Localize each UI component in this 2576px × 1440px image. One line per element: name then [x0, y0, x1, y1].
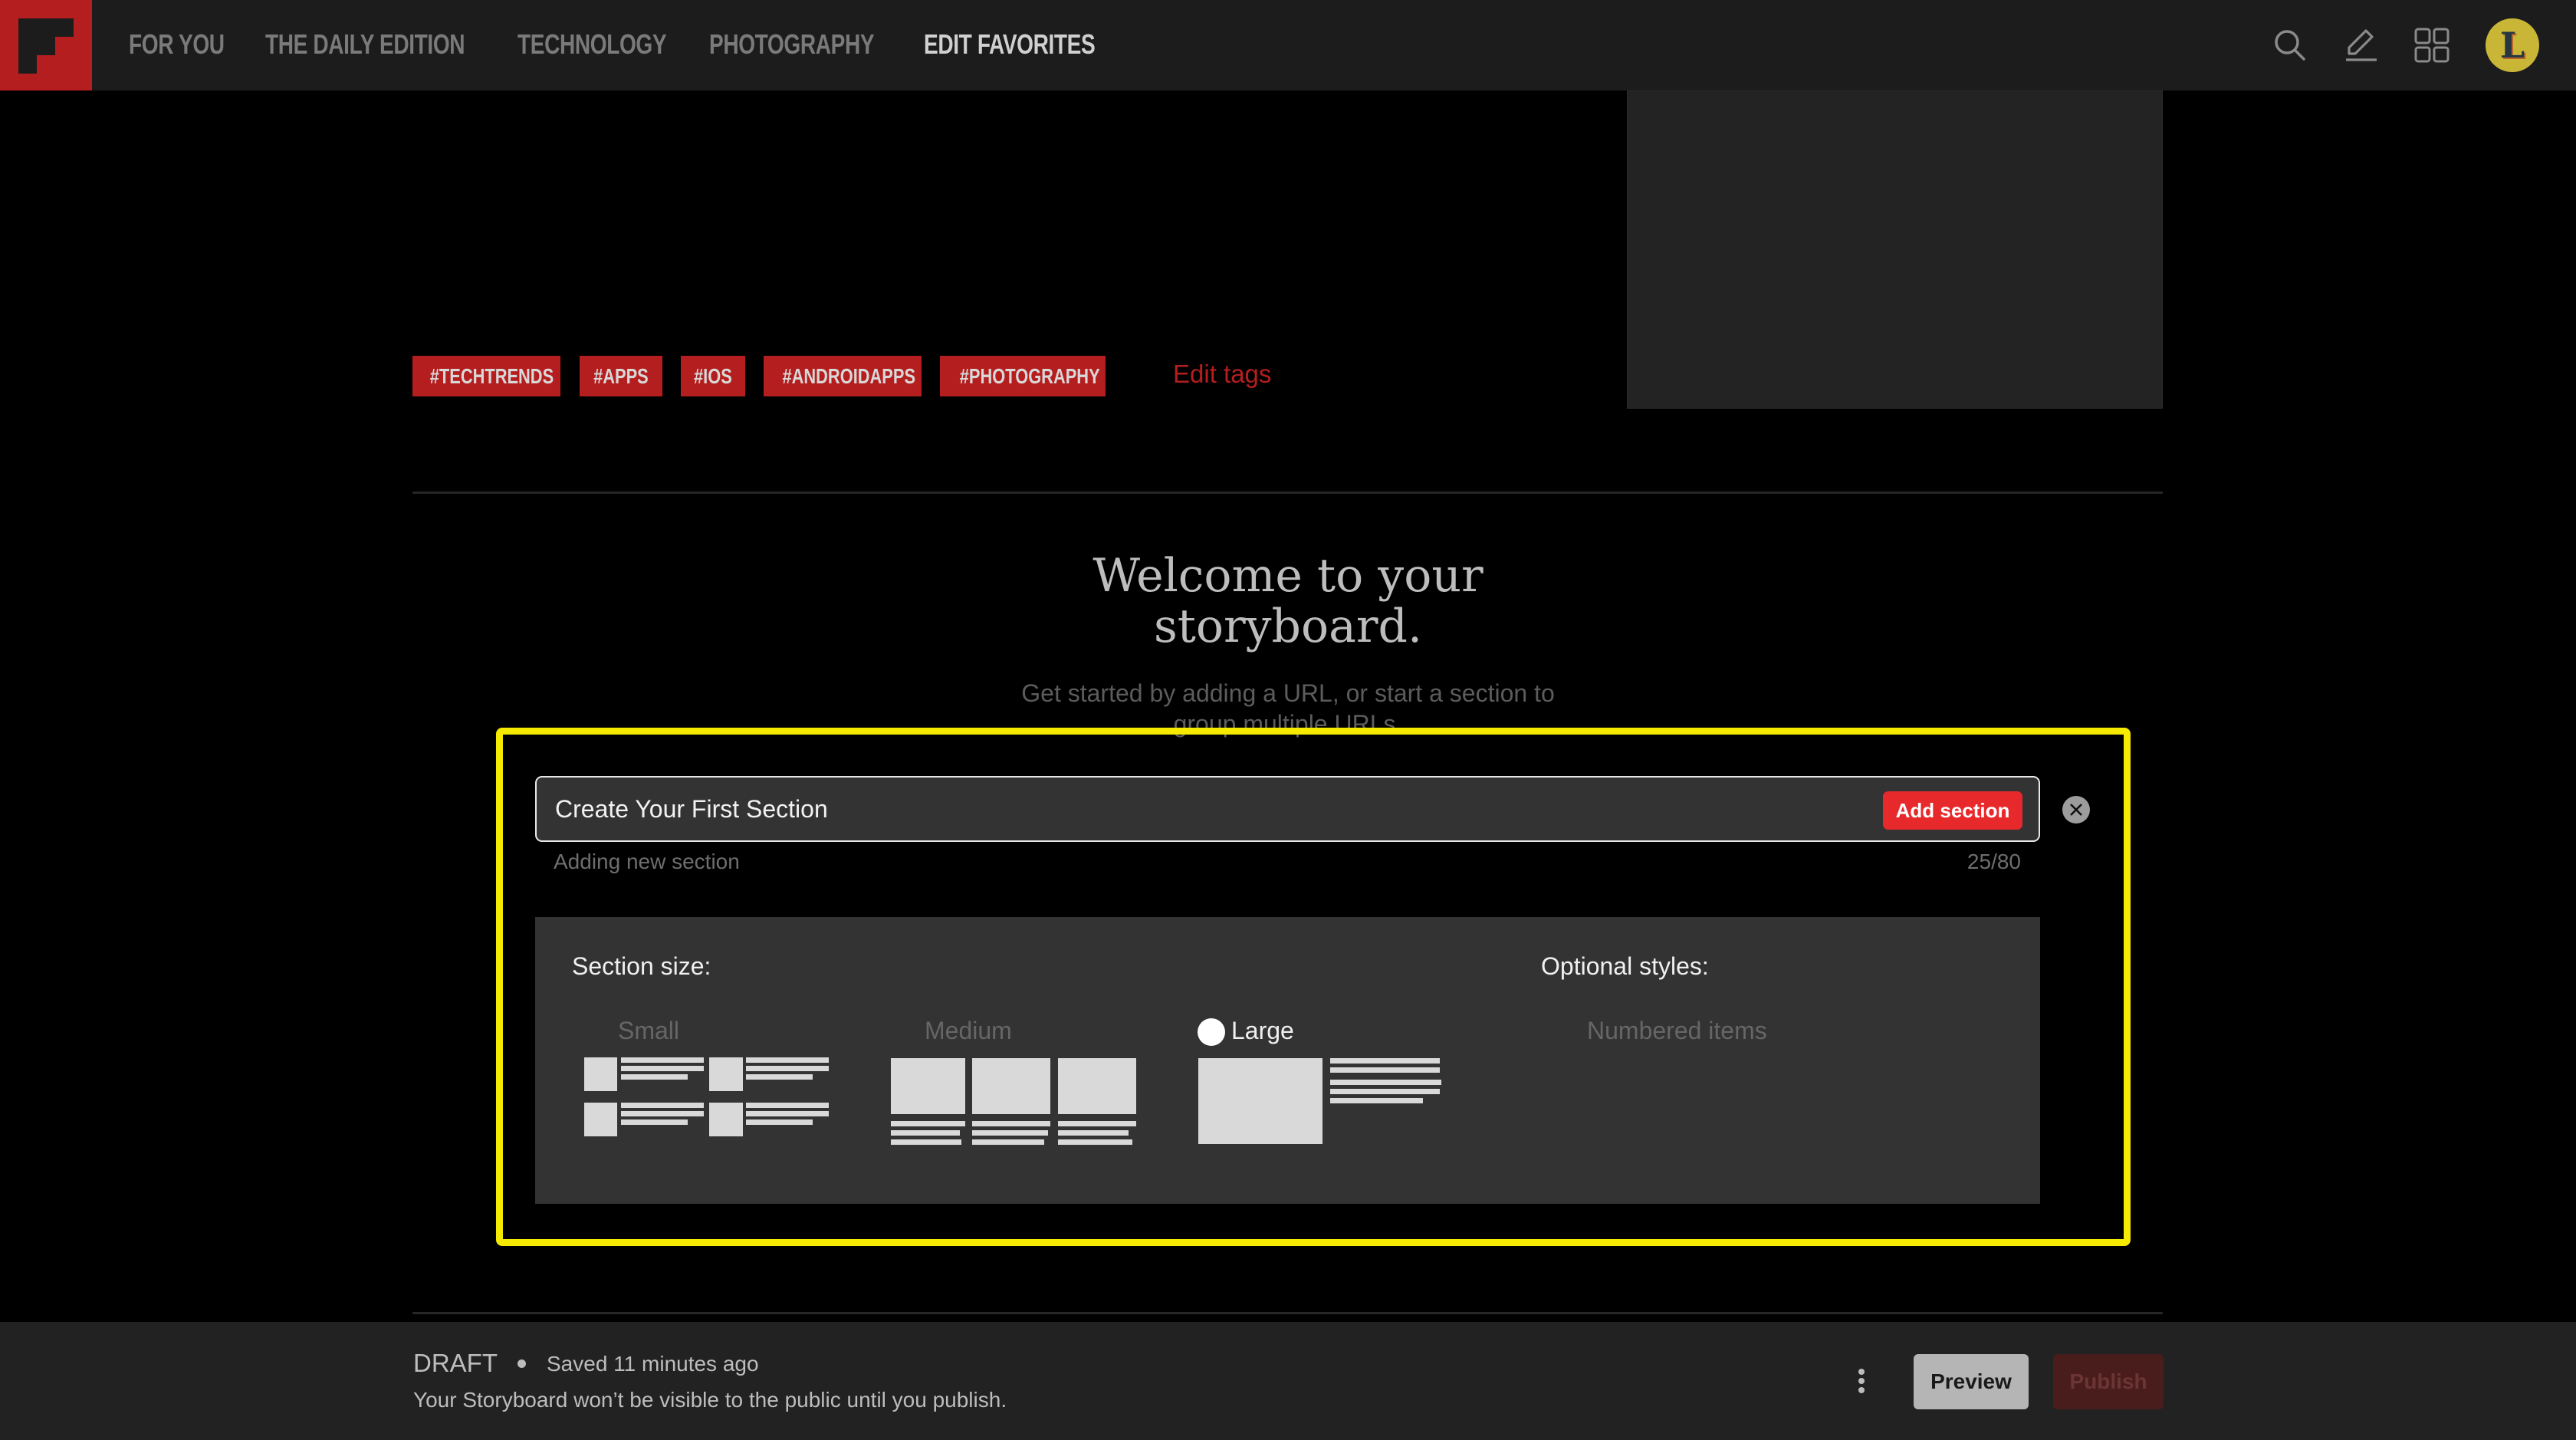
- thumb-block: [709, 1057, 743, 1091]
- size-option-medium[interactable]: Medium: [925, 1015, 1012, 1046]
- edit-tags-link[interactable]: Edit tags: [1173, 357, 1271, 391]
- saved-timestamp: Saved 11 minutes ago: [547, 1352, 759, 1376]
- thumb-line: [1058, 1121, 1136, 1126]
- thumb-line: [746, 1057, 829, 1063]
- character-counter: 25/80: [1967, 850, 2021, 873]
- tag-ios[interactable]: #IOS: [681, 356, 745, 396]
- input-hint: Adding new section: [554, 850, 740, 873]
- thumb-line: [1058, 1139, 1132, 1145]
- section-size-title: Section size:: [572, 952, 711, 980]
- thumb-line: [972, 1139, 1044, 1145]
- thumb-line: [746, 1111, 829, 1116]
- tag-label: #PHOTOGRAPHY: [959, 364, 1100, 388]
- optional-styles-title: Optional styles:: [1541, 952, 1709, 980]
- thumb-block: [584, 1103, 617, 1136]
- size-option-large[interactable]: Large: [1231, 1015, 1294, 1046]
- tag-photography[interactable]: #PHOTOGRAPHY: [940, 356, 1106, 396]
- search-icon[interactable]: [2271, 26, 2309, 64]
- radio-selected-icon[interactable]: [1198, 1018, 1225, 1046]
- thumb-line: [972, 1121, 1050, 1126]
- thumb-line: [1330, 1098, 1423, 1103]
- thumb-block: [1058, 1058, 1136, 1114]
- divider: [412, 1312, 2163, 1314]
- thumb-line: [1058, 1130, 1129, 1136]
- nav-item-technology[interactable]: TECHNOLOGY: [518, 28, 667, 61]
- preview-button[interactable]: Preview: [1914, 1354, 2029, 1409]
- thumb-block: [1198, 1058, 1322, 1144]
- logo-shape-middle: [18, 37, 55, 55]
- divider: [412, 492, 2163, 494]
- numbered-items-option[interactable]: Numbered items: [1587, 1015, 1767, 1046]
- thumb-line: [746, 1066, 829, 1071]
- avatar-initial: L: [2499, 25, 2525, 66]
- thumb-line: [621, 1066, 704, 1071]
- size-option-small[interactable]: Small: [618, 1015, 679, 1046]
- user-avatar[interactable]: L: [2486, 18, 2539, 72]
- thumb-line: [621, 1111, 704, 1116]
- tag-label: #IOS: [694, 364, 732, 388]
- thumb-line: [1330, 1067, 1440, 1073]
- thumb-line: [891, 1139, 961, 1145]
- draft-footer: [0, 1322, 2576, 1440]
- publish-notice: Your Storyboard won’t be visible to the …: [413, 1388, 1007, 1412]
- logo-shape-bottom: [18, 55, 37, 74]
- thumb-line: [891, 1121, 965, 1126]
- thumb-line: [891, 1130, 960, 1136]
- thumb-line: [621, 1057, 704, 1063]
- flipboard-logo[interactable]: [0, 0, 92, 90]
- tag-label: #APPS: [593, 364, 649, 388]
- thumb-line: [1330, 1089, 1440, 1094]
- welcome-heading: Welcome to your storyboard.: [905, 551, 1671, 652]
- nav-item-photography[interactable]: PHOTOGRAPHY: [709, 28, 875, 61]
- add-section-button[interactable]: Add section: [1883, 791, 2022, 830]
- welcome-heading-line1: Welcome to your: [1092, 549, 1484, 603]
- more-options-icon[interactable]: [1852, 1366, 1871, 1399]
- thumb-line: [621, 1103, 704, 1108]
- tag-label: #ANDROIDAPPS: [782, 364, 916, 388]
- tag-techtrends[interactable]: #TECHTRENDS: [412, 356, 560, 396]
- close-icon[interactable]: [2062, 796, 2090, 824]
- thumb-block: [584, 1057, 617, 1091]
- welcome-subtext-line1: Get started by adding a URL, or start a …: [1021, 679, 1555, 707]
- cover-image-placeholder[interactable]: [1627, 90, 2163, 409]
- section-title-input[interactable]: Create Your First Section: [535, 776, 2040, 842]
- welcome-heading-line2: storyboard.: [1153, 600, 1423, 653]
- thumb-line: [972, 1130, 1048, 1136]
- grid-icon[interactable]: [2413, 26, 2451, 64]
- thumb-block: [891, 1058, 965, 1114]
- tag-androidapps[interactable]: #ANDROIDAPPS: [764, 356, 922, 396]
- nav-item-for-you[interactable]: FOR YOU: [129, 28, 225, 61]
- logo-shape-top: [18, 18, 74, 37]
- bullet-separator: [518, 1359, 526, 1368]
- pencil-icon[interactable]: [2341, 26, 2380, 64]
- section-title-value: Create Your First Section: [555, 795, 828, 823]
- thumb-line: [746, 1119, 813, 1125]
- tag-apps[interactable]: #APPS: [580, 356, 662, 396]
- thumb-block: [972, 1058, 1050, 1114]
- thumb-line: [746, 1074, 813, 1080]
- nav-item-edit-favorites[interactable]: EDIT FAVORITES: [924, 28, 1096, 61]
- thumb-block: [709, 1103, 743, 1136]
- publish-button[interactable]: Publish: [2053, 1354, 2164, 1409]
- thumb-line: [746, 1103, 829, 1108]
- draft-status: DRAFT: [413, 1349, 498, 1377]
- thumb-line: [1330, 1058, 1440, 1064]
- thumb-line: [621, 1119, 688, 1125]
- nav-item-daily-edition[interactable]: THE DAILY EDITION: [265, 28, 465, 61]
- thumb-line: [621, 1074, 688, 1080]
- tag-label: #TECHTRENDS: [429, 364, 554, 388]
- thumb-line: [1330, 1080, 1441, 1085]
